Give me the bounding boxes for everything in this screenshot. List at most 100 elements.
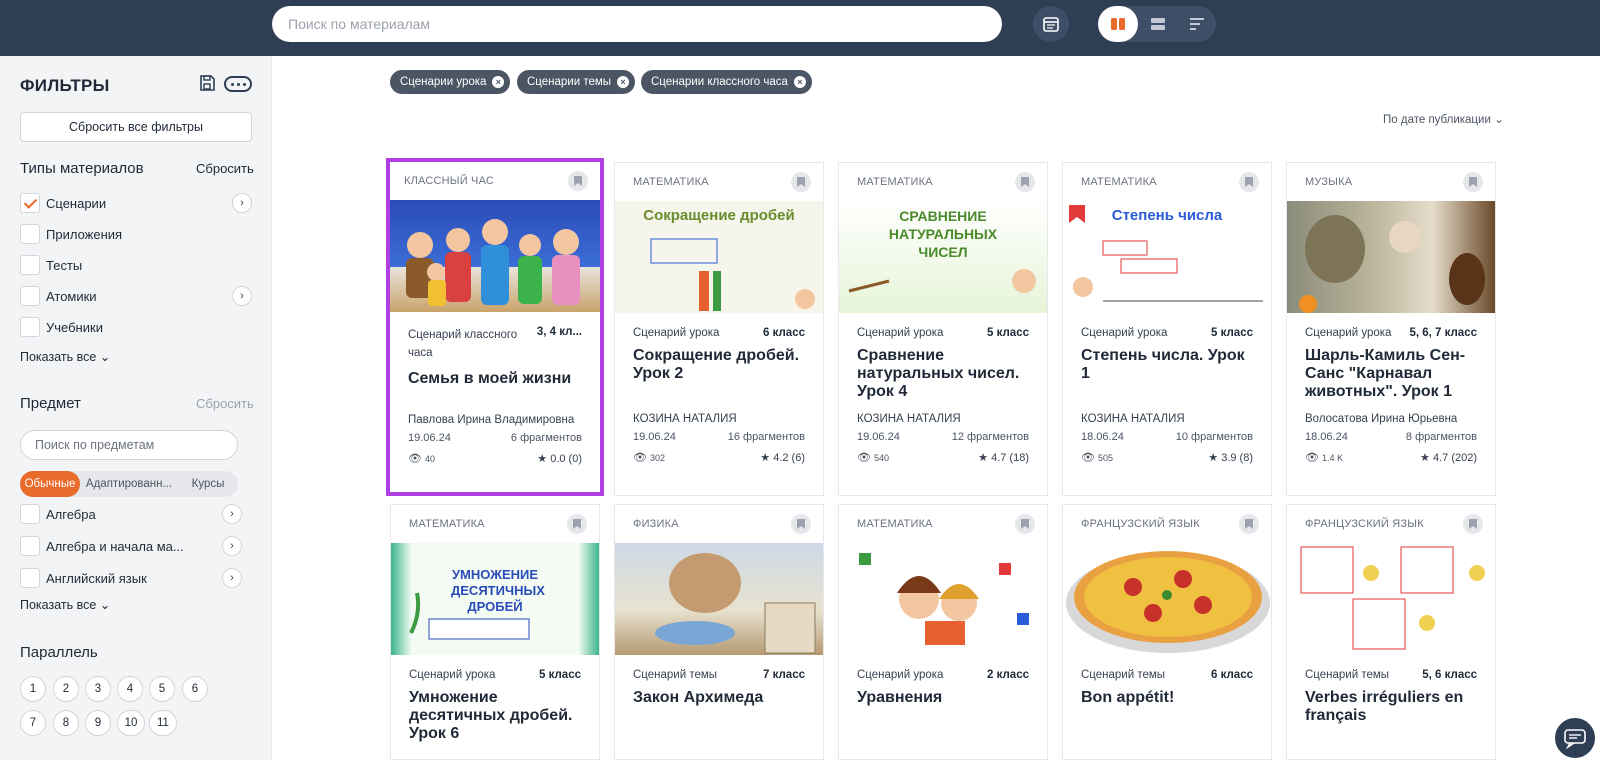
more-options-button[interactable]	[224, 76, 252, 92]
segment-courses[interactable]: Курсы	[178, 471, 238, 497]
material-card[interactable]: Французский язык Сценарий темы 5, 6 класс…	[1286, 504, 1496, 760]
card-author: КОЗИНА НАТАЛИЯ	[857, 413, 961, 425]
checkbox[interactable]	[20, 286, 40, 306]
filter-label: Алгебра и начала ма...	[46, 538, 184, 554]
card-grade: 2 класс	[987, 669, 1029, 681]
card-fragments: 6 фрагментов	[510, 432, 582, 444]
reset-all-filters-button[interactable]: Сбросить все фильтры	[20, 112, 252, 142]
card-title[interactable]: Семья в моей жизни	[408, 370, 582, 406]
checkbox[interactable]	[20, 317, 40, 337]
card-title[interactable]: Умножение десятичных дробей. Урок 6	[409, 689, 581, 743]
filter-chip[interactable]: Сценарии темы ×	[517, 70, 636, 94]
material-card[interactable]: Математика СРАВНЕНИЕ НАТУРАЛЬНЫХ ЧИСЕЛ С…	[838, 162, 1048, 496]
filter-chip[interactable]: Сценарии классного часа ×	[641, 70, 812, 94]
filter-type-textbooks[interactable]: Учебники	[20, 316, 252, 338]
filter-type-apps[interactable]: Приложения	[20, 223, 252, 245]
grade-pill[interactable]: 11	[149, 710, 177, 736]
grade-pill[interactable]: 7	[20, 710, 46, 736]
bookmark-icon[interactable]	[568, 171, 588, 191]
card-type: Сценарий урока	[1081, 327, 1168, 339]
grade-pill[interactable]: 9	[85, 710, 111, 736]
bookmark-icon[interactable]	[567, 514, 587, 534]
material-types-reset[interactable]: Сбросить	[196, 161, 254, 176]
material-card[interactable]: Классный час Сценарий классного часа 3, 4…	[386, 158, 604, 496]
bookmark-icon[interactable]	[1239, 514, 1259, 534]
card-title[interactable]: Степень числа. Урок 1	[1081, 347, 1253, 383]
support-chat-button[interactable]	[1553, 716, 1597, 760]
grade-pill[interactable]: 10	[117, 710, 145, 736]
card-title[interactable]: Уравнения	[857, 689, 1029, 725]
subject-english[interactable]: Английский язык ›	[20, 567, 242, 589]
card-type: Сценарий урока	[409, 669, 496, 681]
grade-pill[interactable]: 5	[149, 676, 175, 702]
segment-adapted[interactable]: Адаптированн...	[80, 471, 178, 497]
views-count: 505	[1098, 453, 1114, 463]
subject-algebra-analysis[interactable]: Алгебра и начала ма... ›	[20, 535, 242, 557]
filter-chip[interactable]: Сценарии урока ×	[390, 70, 511, 94]
card-title[interactable]: Закон Архимеда	[633, 689, 805, 725]
checkbox[interactable]	[20, 224, 40, 244]
material-card[interactable]: Математика Сценарий урока 2 класс Уравнен…	[838, 504, 1048, 760]
checkbox[interactable]	[20, 193, 40, 213]
subject-search-input[interactable]	[20, 430, 238, 460]
material-card[interactable]: Физика Сценарий темы 7 класс Закон Архиме…	[614, 504, 824, 760]
save-icon[interactable]	[198, 74, 216, 92]
top-bar	[0, 0, 1600, 56]
subject-reset[interactable]: Сбросить	[196, 396, 254, 411]
card-title[interactable]: Bon appétit!	[1081, 689, 1253, 725]
show-all-subjects-link[interactable]: Показать все ⌄	[20, 597, 110, 612]
bookmark-icon[interactable]	[791, 172, 811, 192]
bookmark-icon[interactable]	[1463, 514, 1483, 534]
grade-pill[interactable]: 1	[20, 676, 46, 702]
grid-view-button[interactable]	[1098, 6, 1138, 42]
bookmark-icon[interactable]	[1015, 172, 1035, 192]
bookmark-icon[interactable]	[791, 514, 811, 534]
subject-algebra[interactable]: Алгебра ›	[20, 503, 242, 525]
bookmark-icon[interactable]	[1463, 172, 1483, 192]
eye-icon: 👁	[1305, 452, 1319, 464]
grade-pill[interactable]: 2	[53, 676, 79, 702]
sort-dropdown[interactable]: По дате публикации ⌄	[1383, 112, 1504, 126]
card-title[interactable]: Сокращение дробей. Урок 2	[633, 347, 805, 383]
card-subject: Французский язык	[1081, 518, 1200, 530]
close-icon[interactable]: ×	[793, 76, 806, 88]
card-subject: Математика	[857, 518, 933, 530]
expand-chevron-icon[interactable]: ›	[222, 568, 242, 588]
list-view-button[interactable]	[1177, 6, 1216, 42]
checkbox[interactable]	[20, 568, 40, 588]
card-title[interactable]: Шарль-Камиль Сен-Санс "Карнавал животных…	[1305, 347, 1477, 401]
filter-type-atomics[interactable]: Атомики ›	[20, 285, 252, 307]
segment-regular[interactable]: Обычные	[20, 471, 80, 497]
expand-chevron-icon[interactable]: ›	[222, 504, 242, 524]
grade-pill[interactable]: 6	[182, 676, 208, 702]
material-card[interactable]: Музыка Сценарий урока 5, 6, 7 класс Шарль…	[1286, 162, 1496, 496]
search-input[interactable]	[272, 6, 1002, 42]
material-card[interactable]: Математика Сокращение дробей Сценарий ур…	[614, 162, 824, 496]
expand-chevron-icon[interactable]: ›	[222, 536, 242, 556]
bookmark-icon[interactable]	[1015, 514, 1035, 534]
card-title[interactable]: Сравнение натуральных чисел. Урок 4	[857, 347, 1029, 401]
calendar-button[interactable]	[1033, 6, 1069, 42]
checkbox[interactable]	[20, 536, 40, 556]
checkbox[interactable]	[20, 504, 40, 524]
close-icon[interactable]: ×	[492, 76, 505, 88]
close-icon[interactable]: ×	[617, 76, 630, 88]
card-fragments: 16 фрагментов	[727, 431, 805, 443]
expand-chevron-icon[interactable]: ›	[232, 193, 252, 213]
rows-view-button[interactable]	[1138, 6, 1177, 42]
card-title[interactable]: Verbes irréguliers en français	[1305, 689, 1477, 725]
material-card[interactable]: Французский язык Сценарий темы 6 класс Bo…	[1062, 504, 1272, 760]
grade-pill[interactable]: 3	[85, 676, 111, 702]
grade-pill[interactable]: 8	[53, 710, 79, 736]
grade-pill[interactable]: 4	[117, 676, 143, 702]
material-card[interactable]: Математика Степень числа Сценарий урока 5…	[1062, 162, 1272, 496]
filter-type-scenarios[interactable]: Сценарии ›	[20, 192, 252, 214]
subject-segment-control: Обычные Адаптированн... Курсы	[20, 471, 238, 497]
show-all-types-link[interactable]: Показать все ⌄	[20, 349, 110, 364]
filter-type-tests[interactable]: Тесты	[20, 254, 252, 276]
card-thumbnail: Сокращение дробей	[615, 201, 823, 313]
material-card[interactable]: Математика УМНОЖЕНИЕ ДЕСЯТИЧНЫХ ДРОБЕЙ С…	[390, 504, 600, 760]
expand-chevron-icon[interactable]: ›	[232, 286, 252, 306]
checkbox[interactable]	[20, 255, 40, 275]
bookmark-icon[interactable]	[1239, 172, 1259, 192]
